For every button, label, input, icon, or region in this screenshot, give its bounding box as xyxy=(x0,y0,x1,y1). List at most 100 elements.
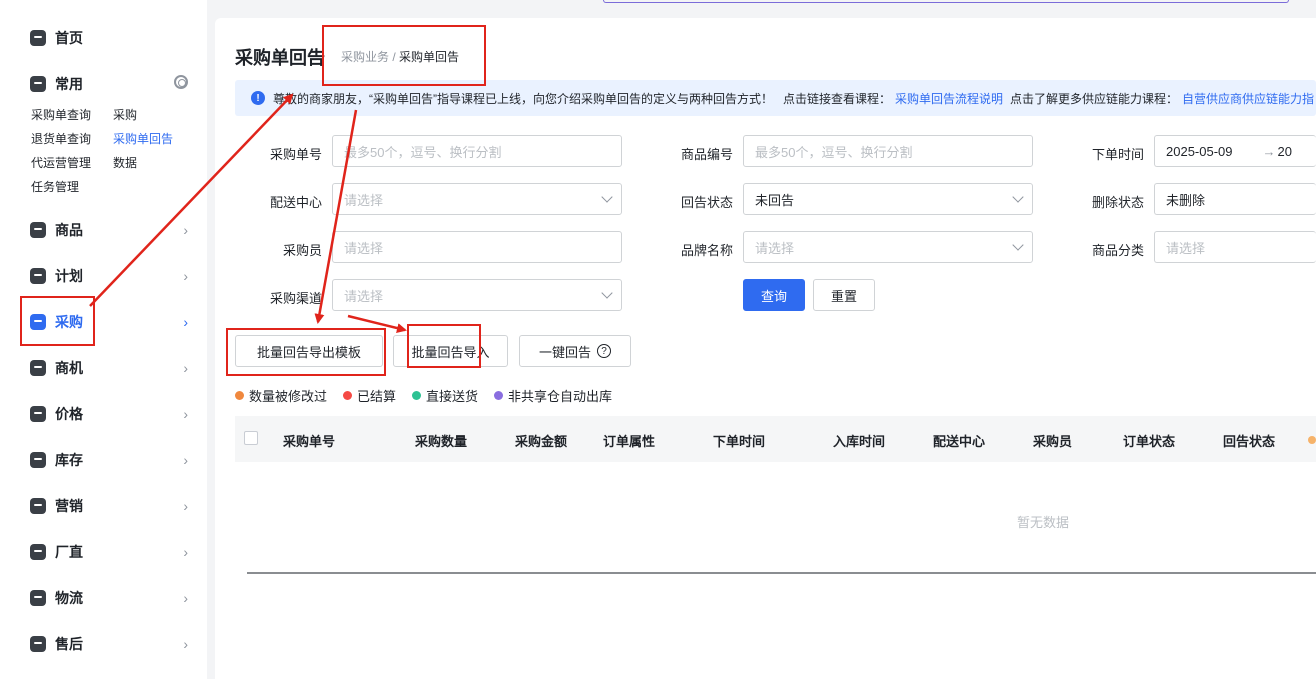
buyer-select[interactable]: 请选择 xyxy=(332,231,622,263)
query-button[interactable]: 查询 xyxy=(743,279,805,311)
notice-text-more: 点击了解更多供应链能力课程： xyxy=(1010,91,1179,106)
column-header[interactable]: 采购金额 xyxy=(515,431,567,450)
product-icon xyxy=(30,222,46,238)
chevron-right-icon: › xyxy=(183,360,188,376)
opportunity-icon xyxy=(30,360,46,376)
sidebar-item-home[interactable]: 首页 xyxy=(30,27,190,49)
quick-link-operation[interactable]: 代运营管理 xyxy=(31,154,91,171)
quick-link-purchase[interactable]: 采购 xyxy=(113,106,137,123)
category-select[interactable]: 请选择 xyxy=(1154,231,1316,263)
sidebar-item-product[interactable]: 商品 › xyxy=(30,219,190,241)
sidebar-item-common[interactable]: 常用 xyxy=(30,73,190,95)
sidebar-item-label: 首页 xyxy=(55,30,83,46)
quick-link-order-reply[interactable]: 采购单回告 xyxy=(113,130,173,147)
sidebar-item-purchase[interactable]: 采购 › xyxy=(30,311,190,333)
horizontal-scrollbar[interactable] xyxy=(247,572,1316,574)
product-no-label: 商品编号 xyxy=(680,147,733,162)
star-icon xyxy=(30,76,46,92)
sidebar-item-label: 物流 xyxy=(55,590,83,606)
column-header[interactable]: 回告状态 xyxy=(1223,431,1275,450)
quick-link-return-query[interactable]: 退货单查询 xyxy=(31,130,91,147)
sidebar-item-logistics[interactable]: 物流 › xyxy=(30,587,190,609)
column-header[interactable]: 采购员 xyxy=(1033,431,1072,450)
reply-status-select[interactable]: 未回告 xyxy=(743,183,1033,215)
notice-link-supply-chain[interactable]: 自营供应商供应链能力指 xyxy=(1182,90,1314,107)
delete-status-label: 删除状态 xyxy=(1091,195,1144,210)
notice-link-reply-flow[interactable]: 采购单回告流程说明 xyxy=(895,90,1003,107)
brand-placeholder: 请选择 xyxy=(755,240,795,256)
reply-status-label: 回告状态 xyxy=(680,195,733,210)
dc-placeholder: 请选择 xyxy=(344,192,384,208)
home-icon xyxy=(30,30,46,46)
sidebar-item-plan[interactable]: 计划 › xyxy=(30,265,190,287)
quick-link-order-query[interactable]: 采购单查询 xyxy=(31,106,91,123)
chevron-down-icon xyxy=(1012,191,1024,203)
quick-link-task[interactable]: 任务管理 xyxy=(31,178,79,195)
delete-status-select[interactable]: 未删除 xyxy=(1154,183,1316,215)
sidebar-item-label: 商品 xyxy=(55,222,83,238)
after-sales-icon xyxy=(30,636,46,652)
empty-state: 暂无数据 xyxy=(1017,515,1070,530)
breadcrumb-separator: / xyxy=(392,50,396,64)
legend-item: 数量被修改过 xyxy=(235,386,327,405)
table-header: 采购单号 采购数量 采购金额 订单属性 下单时间 入库时间 配送中心 采购员 订… xyxy=(235,416,1316,462)
order-no-placeholder: 最多50个，逗号、换行分割 xyxy=(344,144,502,160)
help-icon[interactable]: ? xyxy=(597,344,611,358)
select-all-checkbox[interactable] xyxy=(244,431,258,445)
status-legend: 数量被修改过 已结算 直接送货 非共享仓自动出库 xyxy=(235,386,628,405)
column-header[interactable]: 订单状态 xyxy=(1123,431,1175,450)
sidebar-item-after-sales[interactable]: 售后 › xyxy=(30,633,190,655)
product-no-input[interactable]: 最多50个，逗号、换行分割 xyxy=(743,135,1033,167)
sidebar-item-opportunity[interactable]: 商机 › xyxy=(30,357,190,379)
chevron-right-icon: › xyxy=(183,314,188,330)
column-header[interactable]: 订单属性 xyxy=(603,431,655,450)
sidebar-item-marketing[interactable]: 营销 › xyxy=(30,495,190,517)
notice-text: 尊敬的商家朋友，“采购单回告”指导课程已上线，向您介绍采购单回告的定义与两种回告… xyxy=(273,91,773,106)
order-time-range[interactable]: 2025-05-09 → 20 xyxy=(1154,135,1316,167)
sidebar-item-label: 计划 xyxy=(55,268,83,284)
dc-select[interactable]: 请选择 xyxy=(332,183,622,215)
chevron-right-icon: › xyxy=(183,268,188,284)
quick-link-data[interactable]: 数据 xyxy=(113,154,137,171)
sidebar-item-label: 采购 xyxy=(55,314,83,330)
channel-select[interactable]: 请选择 xyxy=(332,279,622,311)
legend-dot xyxy=(235,391,244,400)
one-click-reply-label: 一键回告 xyxy=(538,344,591,360)
breadcrumb: 采购业务 / 采购单回告 xyxy=(341,48,459,65)
marketing-icon xyxy=(30,498,46,514)
order-time-start: 2025-05-09 xyxy=(1166,143,1233,159)
column-header[interactable]: 采购数量 xyxy=(415,431,467,450)
factory-icon xyxy=(30,544,46,560)
column-header[interactable]: 采购单号 xyxy=(283,431,335,450)
range-arrow-icon: → xyxy=(1262,143,1276,159)
chevron-right-icon: › xyxy=(183,636,188,652)
reset-button[interactable]: 重置 xyxy=(813,279,875,311)
column-header[interactable]: 配送中心 xyxy=(933,431,985,450)
brand-select[interactable]: 请选择 xyxy=(743,231,1033,263)
sidebar-item-factory[interactable]: 厂直 › xyxy=(30,541,190,563)
chevron-right-icon: › xyxy=(183,222,188,238)
chevron-down-icon xyxy=(601,287,613,299)
channel-label: 采购渠道 xyxy=(269,291,322,306)
sidebar-item-label: 营销 xyxy=(55,498,83,514)
legend-label: 已结算 xyxy=(357,389,397,404)
settings-icon[interactable] xyxy=(174,75,188,89)
legend-dot xyxy=(343,391,353,400)
category-placeholder: 请选择 xyxy=(1166,240,1206,256)
sidebar-item-price[interactable]: 价格 › xyxy=(30,403,190,425)
order-time-label: 下单时间 xyxy=(1091,147,1144,162)
chevron-right-icon: › xyxy=(183,590,188,606)
column-header[interactable]: 下单时间 xyxy=(713,431,765,450)
sidebar-item-label: 厂直 xyxy=(55,544,83,560)
breadcrumb-parent[interactable]: 采购业务 xyxy=(341,50,389,64)
column-header[interactable]: 入库时间 xyxy=(833,431,885,450)
notice-text-course: 点击链接查看课程： xyxy=(783,91,892,106)
one-click-reply-button[interactable]: 一键回告 ? xyxy=(519,335,631,367)
export-template-button[interactable]: 批量回告导出模板 xyxy=(235,335,383,367)
plan-icon xyxy=(30,268,46,284)
chevron-down-icon xyxy=(1012,239,1024,251)
sidebar-item-inventory[interactable]: 库存 › xyxy=(30,449,190,471)
legend-label: 直接送货 xyxy=(426,389,479,404)
batch-import-button[interactable]: 批量回告导入 xyxy=(393,335,508,367)
order-no-input[interactable]: 最多50个，逗号、换行分割 xyxy=(332,135,622,167)
